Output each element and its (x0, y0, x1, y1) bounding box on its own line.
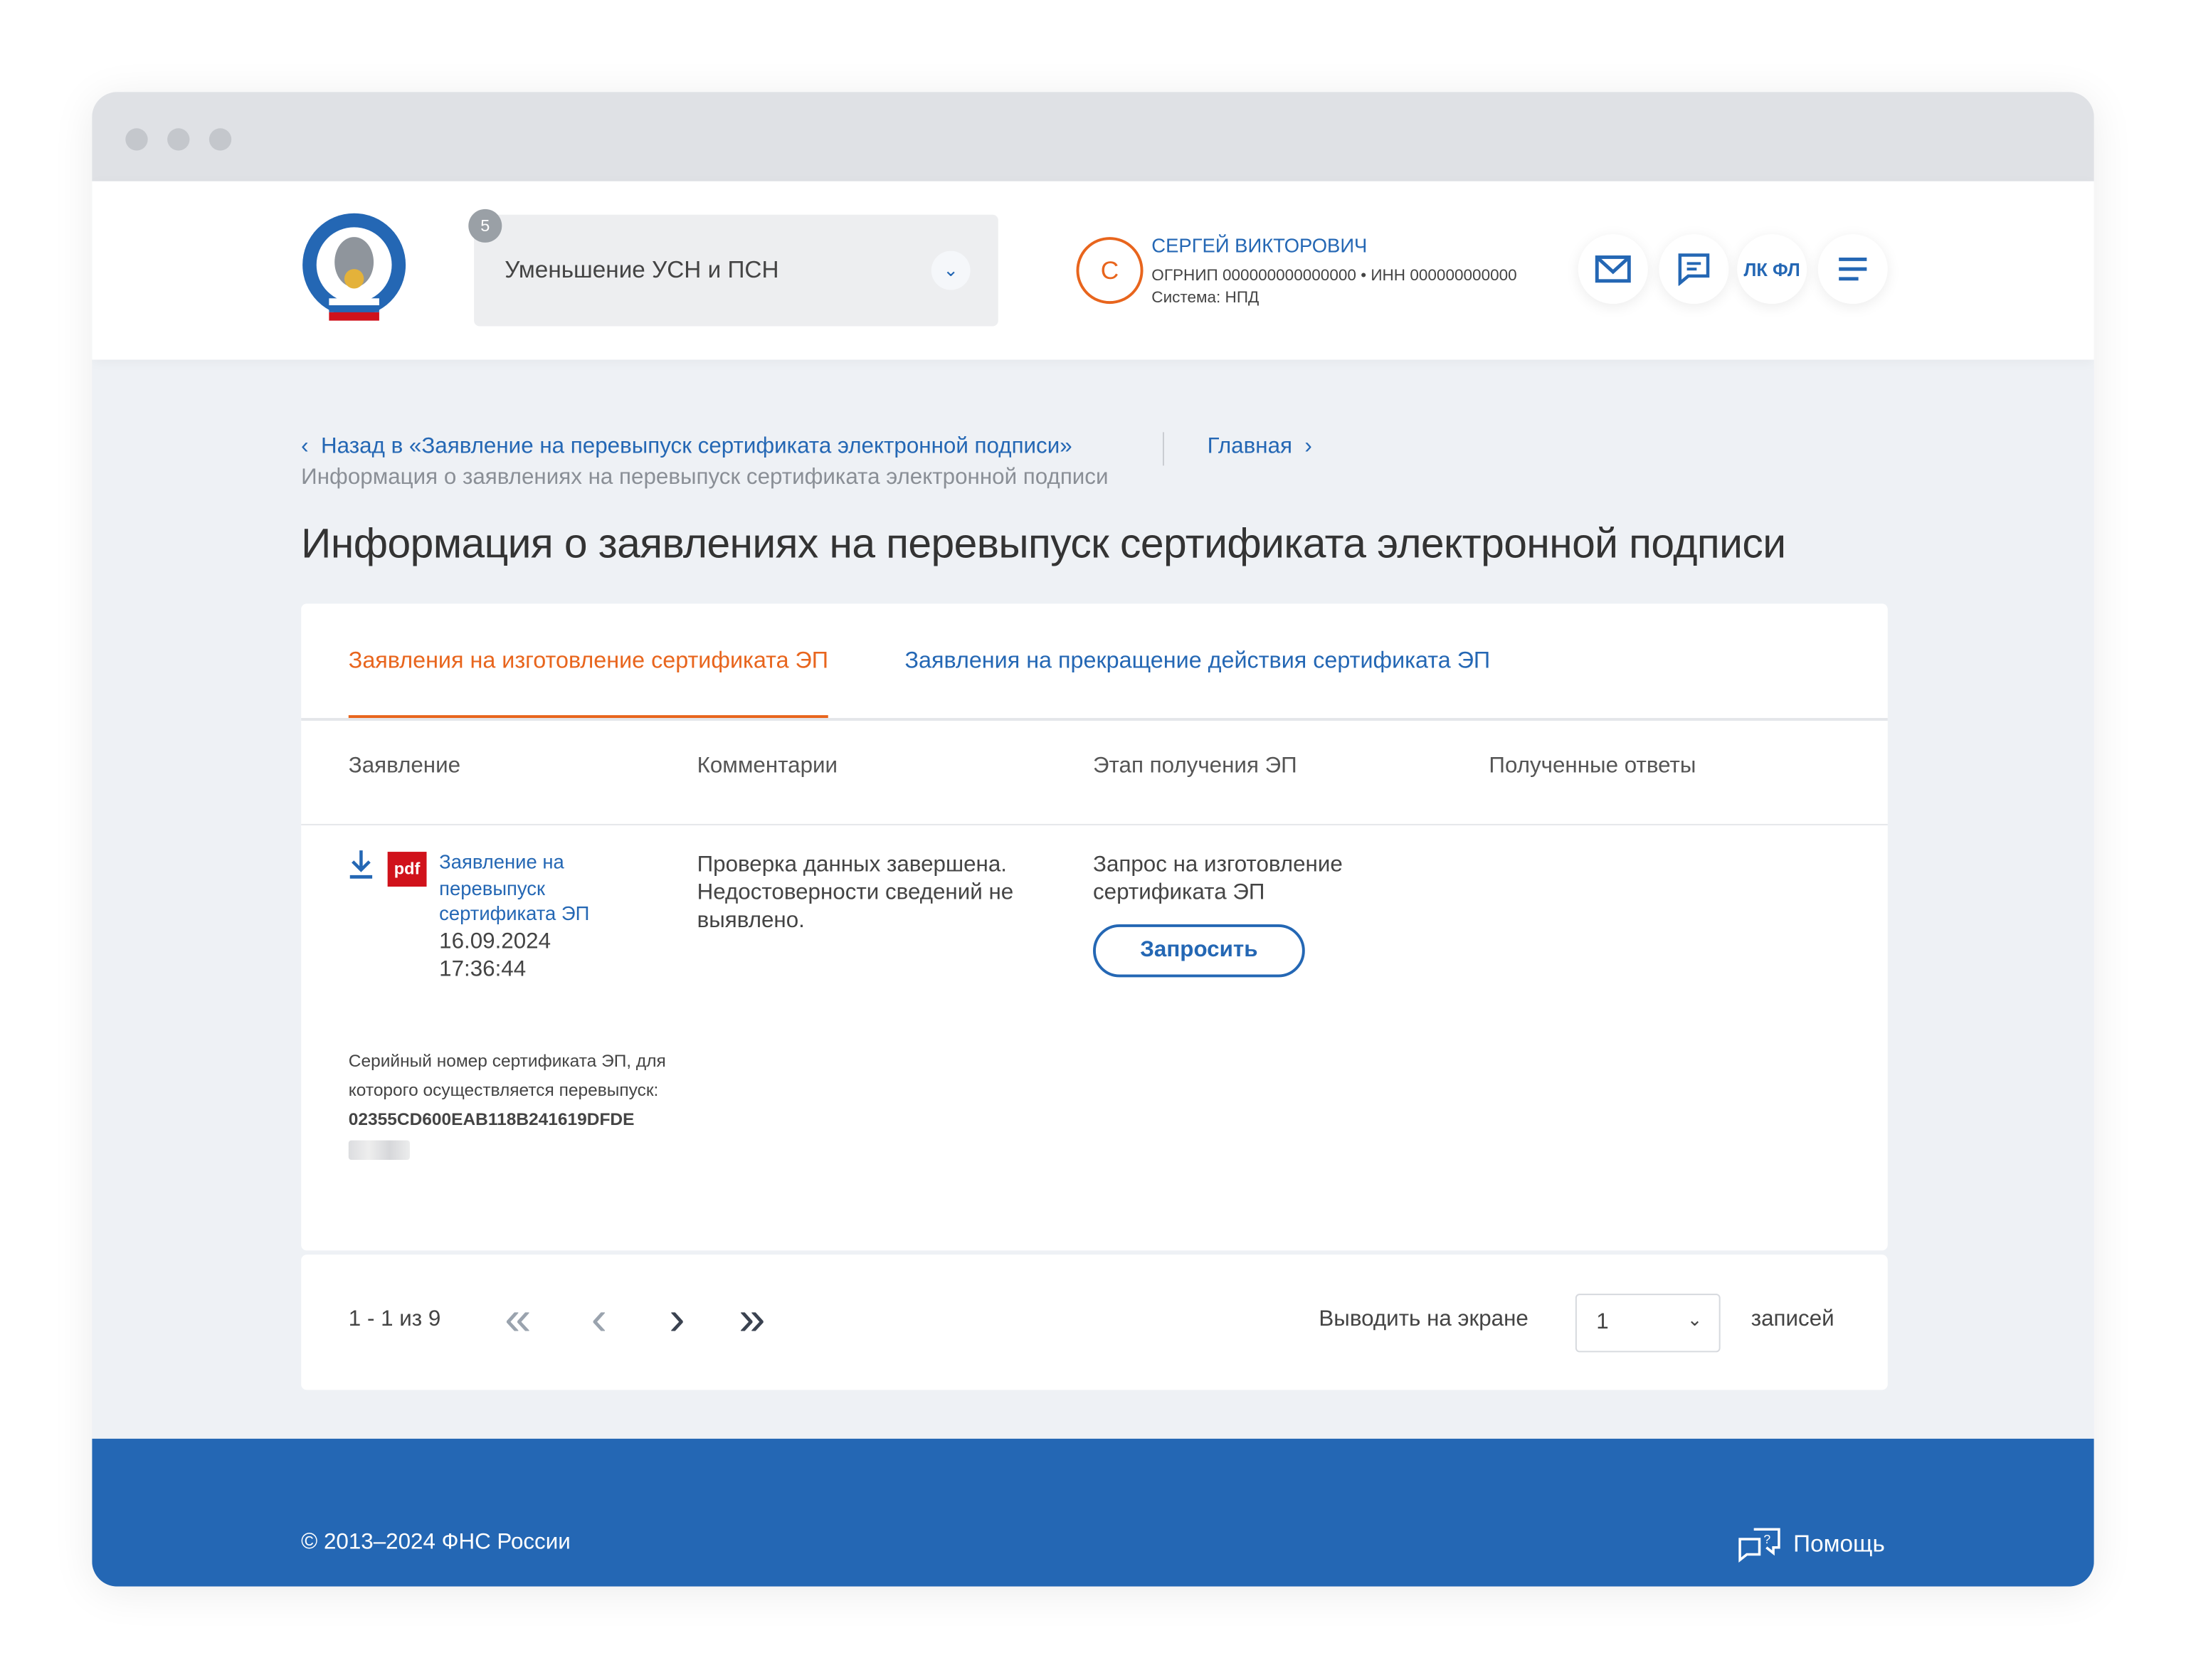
per-page-value: 1 (1596, 1310, 1609, 1334)
service-select-value: Уменьшение УСН и ПСН (505, 256, 779, 283)
per-page-select[interactable]: 1 ⌄ (1575, 1294, 1721, 1353)
applications-card: Заявления на изготовление сертификата ЭП… (301, 603, 1888, 1251)
pagination-range: 1 - 1 из 9 (348, 1307, 441, 1332)
tabs: Заявления на изготовление сертификата ЭП… (301, 603, 1888, 721)
per-page-label: Выводить на экране (1319, 1307, 1528, 1332)
messages-button[interactable] (1659, 234, 1729, 305)
avatar[interactable]: С (1076, 237, 1144, 305)
application-time: 17:36:44 (439, 957, 527, 982)
chevron-left-icon: ‹ (301, 435, 322, 459)
browser-window: Уменьшение УСН и ПСН ⌄ 5 С СЕРГЕЙ ВИКТОР… (92, 92, 2094, 1587)
home-link-label: Главная (1207, 435, 1292, 459)
serial-redacted (348, 1140, 411, 1160)
window-dot-close[interactable] (125, 128, 148, 151)
hamburger-icon (1839, 257, 1867, 281)
last-page-icon[interactable]: » (739, 1291, 765, 1346)
chevron-right-icon: › (1292, 435, 1312, 459)
application-document-link[interactable]: Заявление на перевыпуск сертификата ЭП (439, 849, 621, 926)
breadcrumb-divider (1162, 432, 1164, 466)
next-page-icon[interactable]: › (669, 1291, 685, 1346)
download-icon[interactable] (349, 849, 374, 888)
column-header-comments: Комментарии (697, 754, 838, 778)
mail-button[interactable] (1578, 234, 1648, 305)
chevron-down-icon: ⌄ (1686, 1309, 1703, 1331)
application-date: 16.09.2024 (439, 929, 551, 954)
site-header: Уменьшение УСН и ПСН ⌄ 5 С СЕРГЕЙ ВИКТОР… (92, 181, 2094, 360)
fns-logo[interactable] (298, 212, 410, 327)
copyright: © 2013–2024 ФНС России (301, 1531, 571, 1555)
menu-button[interactable] (1817, 234, 1888, 305)
site-footer: © 2013–2024 ФНС России ? Помощь (92, 1438, 2094, 1587)
stage-text: Запрос на изготовление сертификата ЭП (1093, 853, 1343, 905)
pagination: 1 - 1 из 9 « ‹ › » Выводить на экране 1 … (301, 1254, 1888, 1390)
home-link[interactable]: Главная › (1208, 435, 1312, 460)
page-title: Информация о заявлениях на перевыпуск се… (301, 521, 1786, 568)
chat-icon (1678, 253, 1710, 286)
window-titlebar (92, 92, 2094, 181)
chevron-down-icon: ⌄ (931, 250, 971, 290)
prev-page-icon[interactable]: ‹ (591, 1291, 607, 1346)
first-page-icon[interactable]: « (505, 1291, 531, 1346)
svg-text:?: ? (1764, 1532, 1771, 1546)
user-name[interactable]: СЕРГЕЙ ВИКТОРОВИЧ (1151, 234, 1367, 256)
help-chat-icon: ? (1738, 1528, 1781, 1563)
user-tax-system: Система: НПД (1151, 290, 1260, 307)
envelope-icon (1595, 255, 1631, 283)
tab-revoke-certificate[interactable]: Заявления на прекращение действия сертиф… (905, 648, 1491, 675)
records-label: записей (1751, 1307, 1834, 1332)
pdf-icon[interactable]: pdf (387, 852, 427, 887)
back-link-label: Назад в «Заявление на перевыпуск сертифи… (321, 435, 1072, 459)
window-dot-minimize[interactable] (167, 128, 190, 151)
help-link[interactable]: ? Помощь (1738, 1525, 1885, 1564)
lk-fl-button[interactable]: ЛК ФЛ (1737, 234, 1807, 305)
tab-issue-certificate[interactable]: Заявления на изготовление сертификата ЭП (348, 648, 829, 718)
user-ids: ОГРНИП 000000000000000 • ИНН 00000000000… (1151, 268, 1517, 285)
column-header-stage: Этап получения ЭП (1093, 754, 1297, 778)
column-header-application: Заявление (348, 754, 461, 778)
service-select[interactable]: Уменьшение УСН и ПСН ⌄ (474, 214, 998, 327)
request-button[interactable]: Запросить (1093, 924, 1305, 978)
breadcrumb-current: Информация о заявлениях на перевыпуск се… (301, 465, 1109, 490)
back-link[interactable]: ‹ Назад в «Заявление на перевыпуск серти… (301, 435, 1072, 460)
column-header-answers: Полученные ответы (1489, 754, 1696, 778)
comment-text: Проверка данных завершена. Недостовернос… (697, 853, 1014, 933)
header-divider (301, 823, 1888, 825)
serial-label: Серийный номер сертификата ЭП, для котор… (348, 1051, 666, 1100)
serial-number: 02355CD600EAB118B241619DFDE (348, 1109, 635, 1129)
serial-block: Серийный номер сертификата ЭП, для котор… (348, 1047, 670, 1164)
window-dot-maximize[interactable] (208, 128, 232, 151)
help-label: Помощь (1793, 1531, 1885, 1558)
service-count-badge: 5 (468, 208, 502, 243)
